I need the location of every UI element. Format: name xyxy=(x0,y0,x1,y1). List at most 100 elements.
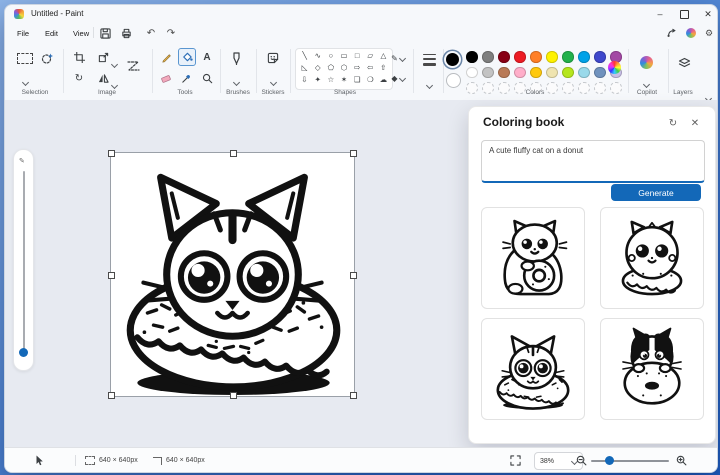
brushes-button[interactable] xyxy=(228,50,244,66)
palette-color[interactable] xyxy=(498,66,510,78)
shape-outline-dropdown[interactable]: ✎ xyxy=(389,50,407,66)
eraser-tool[interactable] xyxy=(158,70,174,86)
rotate-button[interactable]: ↻ xyxy=(71,70,87,86)
refresh-button[interactable]: ↻ xyxy=(665,115,681,131)
palette-color[interactable] xyxy=(530,66,542,78)
size-slider-thumb[interactable] xyxy=(19,348,28,357)
selection-handle-e[interactable] xyxy=(350,272,357,279)
selection-handle-w[interactable] xyxy=(108,272,115,279)
menu-file[interactable]: File xyxy=(11,26,35,40)
palette-color[interactable] xyxy=(562,51,574,63)
thickness-dropdown-chevron[interactable] xyxy=(425,75,434,93)
palette-color[interactable] xyxy=(466,51,478,63)
canvas[interactable] xyxy=(108,150,357,399)
copilot-button[interactable] xyxy=(638,54,654,70)
shape-hexagon[interactable]: ⬡ xyxy=(337,62,350,74)
shape-arrow-right[interactable]: ⇨ xyxy=(351,62,364,74)
flip-button[interactable] xyxy=(95,70,111,86)
palette-empty-slot[interactable] xyxy=(466,82,478,94)
stickers-button[interactable] xyxy=(265,50,281,66)
color2-swatch[interactable] xyxy=(446,73,461,88)
thumbnail-round-cat-on-donut[interactable] xyxy=(600,207,704,309)
generate-button[interactable]: Generate xyxy=(611,184,701,201)
palette-color[interactable] xyxy=(562,66,574,78)
shape-arrow-left[interactable]: ⇦ xyxy=(364,62,377,74)
palette-empty-slot[interactable] xyxy=(594,82,606,94)
minimize-button[interactable]: – xyxy=(648,5,672,23)
thumbnail-cat-hugging-donut[interactable] xyxy=(481,207,585,309)
copilot-menu-button[interactable] xyxy=(683,26,699,40)
shape-star-five[interactable]: ☆ xyxy=(324,74,337,86)
select-dropdown-chevron[interactable] xyxy=(21,72,30,90)
selection-handle-se[interactable] xyxy=(350,392,357,399)
close-button[interactable]: ✕ xyxy=(696,5,717,23)
print-button[interactable] xyxy=(118,26,134,40)
shape-curve[interactable]: ∿ xyxy=(311,50,324,62)
shape-speech-rectangle[interactable]: ❏ xyxy=(351,74,364,86)
palette-empty-slot[interactable] xyxy=(578,82,590,94)
resize-button[interactable] xyxy=(95,49,111,65)
share-button[interactable] xyxy=(663,26,679,40)
palette-color[interactable] xyxy=(546,66,558,78)
text-tool[interactable]: A xyxy=(199,49,215,65)
undo-button[interactable]: ↶ xyxy=(143,26,159,40)
menu-edit[interactable]: Edit xyxy=(39,26,64,40)
selection-handle-s[interactable] xyxy=(230,392,237,399)
color-picker-tool[interactable] xyxy=(178,70,194,86)
work-area[interactable]: ✎ Coloring book ↻ ✕ A cute fluffy cat on… xyxy=(5,100,717,447)
palette-color[interactable] xyxy=(498,51,510,63)
brushes-dropdown-chevron[interactable] xyxy=(232,72,241,90)
palette-color[interactable] xyxy=(482,66,494,78)
fit-to-screen-button[interactable] xyxy=(510,454,521,467)
selection-handle-sw[interactable] xyxy=(108,392,115,399)
zoom-out-button[interactable] xyxy=(576,454,587,467)
palette-color[interactable] xyxy=(514,51,526,63)
fill-tool[interactable] xyxy=(178,48,196,66)
thumbnail-cat-head-in-donut[interactable] xyxy=(481,318,585,420)
shape-polygon[interactable]: ▱ xyxy=(364,50,377,62)
crop-button[interactable] xyxy=(71,49,87,65)
shape-rectangle[interactable]: □ xyxy=(351,50,364,62)
palette-color[interactable] xyxy=(578,66,590,78)
menu-view[interactable]: View xyxy=(67,26,95,40)
zoom-slider-thumb[interactable] xyxy=(605,456,614,465)
shape-fill-dropdown[interactable]: ◆ xyxy=(389,70,407,86)
shape-oval[interactable]: ○ xyxy=(324,50,337,62)
size-slider[interactable]: ✎ xyxy=(13,149,34,371)
select-button[interactable] xyxy=(17,50,33,66)
save-button[interactable] xyxy=(97,26,113,40)
palette-color[interactable] xyxy=(594,51,606,63)
size-slider-track[interactable] xyxy=(22,171,25,351)
shape-rounded-rectangle[interactable]: ▭ xyxy=(337,50,350,62)
panel-close-button[interactable]: ✕ xyxy=(687,115,703,131)
redo-button[interactable]: ↷ xyxy=(163,26,179,40)
stickers-dropdown-chevron[interactable] xyxy=(269,72,278,90)
thumbnail-tuxedo-cat-behind-donut[interactable] xyxy=(600,318,704,420)
thickness-selector[interactable] xyxy=(421,52,437,68)
palette-color[interactable] xyxy=(530,51,542,63)
shape-star-six[interactable]: ✶ xyxy=(337,74,350,86)
palette-empty-slot[interactable] xyxy=(482,82,494,94)
shape-star-four[interactable]: ✦ xyxy=(311,74,324,86)
shape-right-triangle[interactable]: ◺ xyxy=(298,62,311,74)
shape-diamond[interactable]: ◇ xyxy=(311,62,324,74)
shape-line[interactable]: ╲ xyxy=(298,50,311,62)
shape-pentagon[interactable]: ⬠ xyxy=(324,62,337,74)
resize-dropdown-chevron[interactable] xyxy=(110,54,119,72)
zoom-slider-track[interactable] xyxy=(591,459,669,462)
palette-empty-slot[interactable] xyxy=(610,82,622,94)
maximize-button[interactable] xyxy=(672,5,696,23)
magnifier-tool[interactable] xyxy=(199,70,215,86)
remove-background-button[interactable] xyxy=(39,50,55,66)
selection-handle-nw[interactable] xyxy=(108,150,115,157)
palette-color[interactable] xyxy=(482,51,494,63)
pencil-tool[interactable] xyxy=(158,49,174,65)
shape-arrow-down[interactable]: ⇩ xyxy=(298,74,311,86)
palette-color[interactable] xyxy=(466,66,478,78)
shape-speech-oval[interactable]: ❍ xyxy=(364,74,377,86)
palette-color[interactable] xyxy=(546,51,558,63)
selection-handle-n[interactable] xyxy=(230,150,237,157)
palette-color[interactable] xyxy=(578,51,590,63)
prompt-input[interactable]: A cute fluffy cat on a donut xyxy=(481,140,705,183)
zoom-in-button[interactable] xyxy=(676,454,687,467)
